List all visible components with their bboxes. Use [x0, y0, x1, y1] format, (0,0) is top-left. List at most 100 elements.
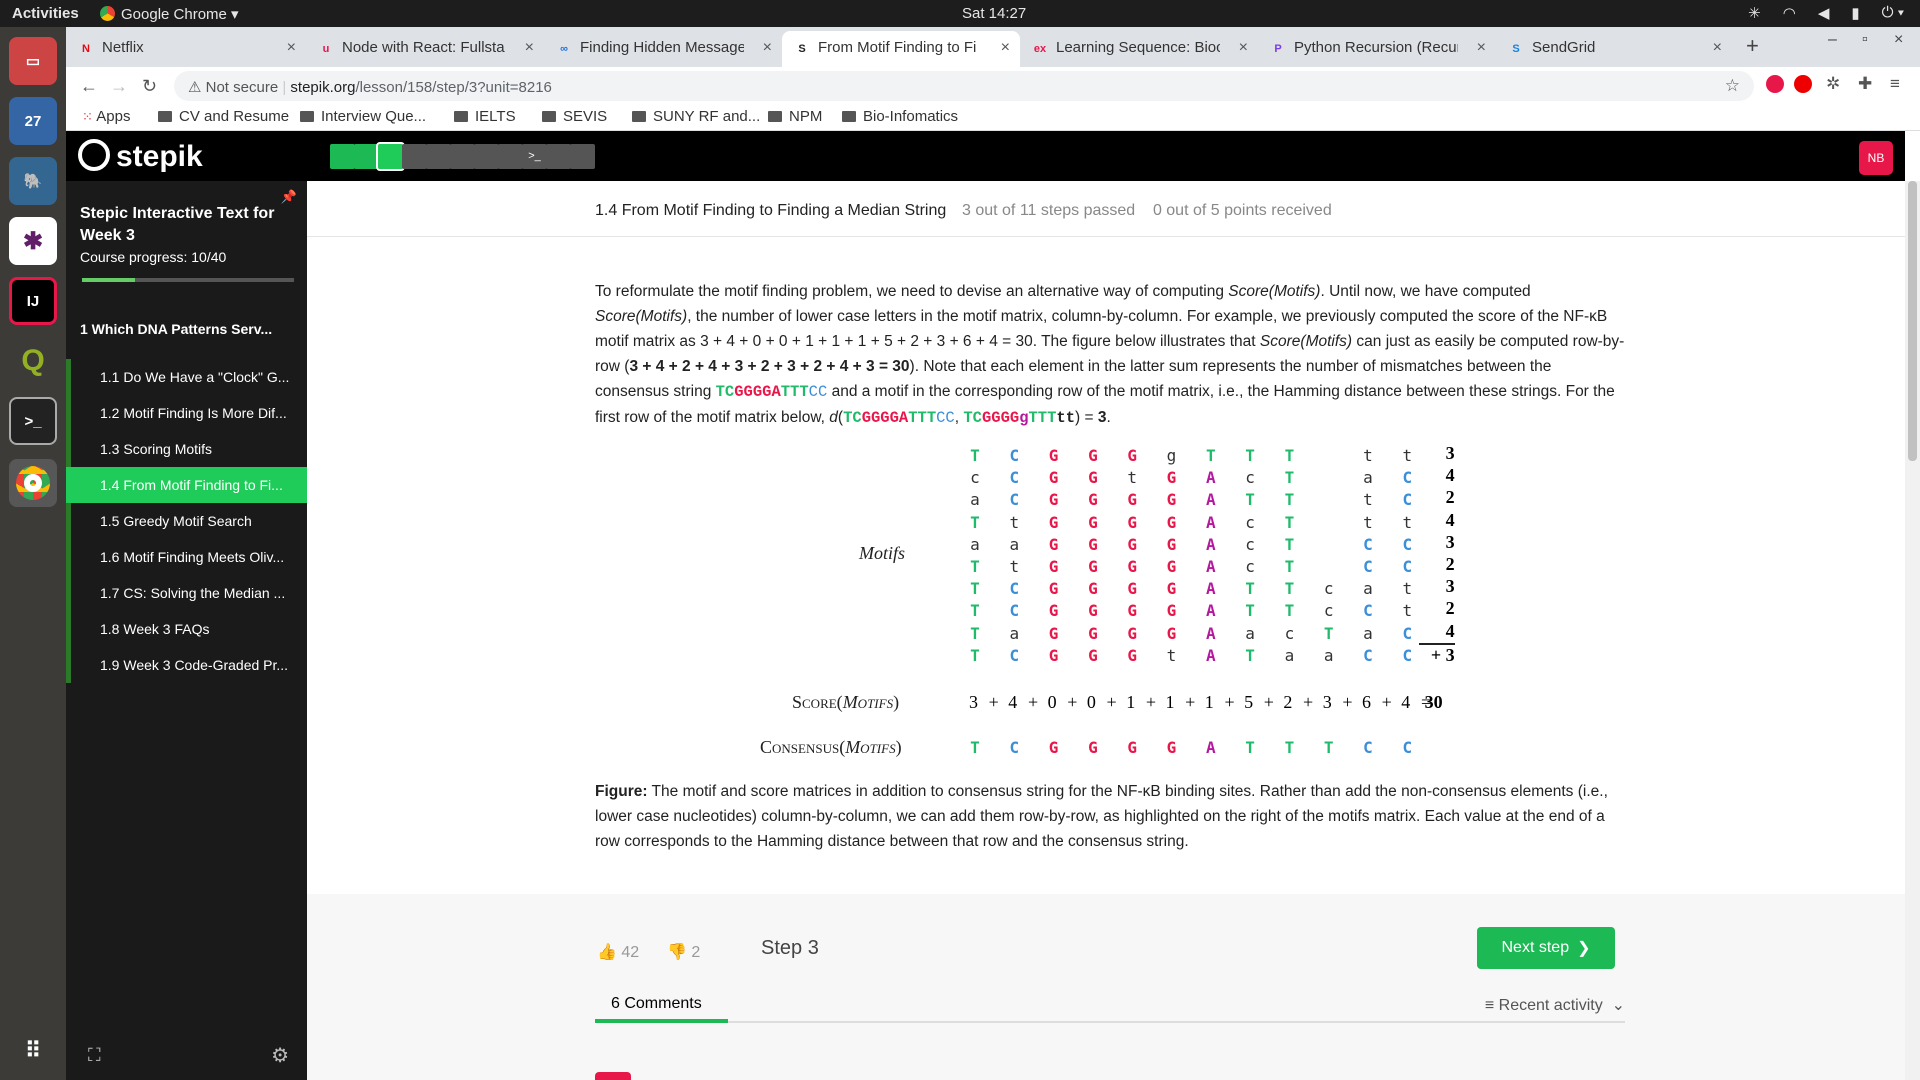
thumbs-down-icon: 👎 — [667, 944, 687, 961]
sidebar-item-lesson[interactable]: 1.3 Scoring Motifs — [66, 431, 307, 467]
tab-netflix[interactable]: N Netflix × — [66, 31, 306, 67]
step-square[interactable]: >_ — [522, 144, 547, 169]
tab-python-recursion[interactable]: P Python Recursion (Recur × — [1258, 31, 1496, 67]
address-bar[interactable]: ⚠ Not secure | stepik.org/lesson/158/ste… — [174, 71, 1754, 101]
sidebar-item-lesson[interactable]: 1.8 Week 3 FAQs — [66, 611, 307, 647]
sidebar-item-lesson[interactable]: 1.9 Week 3 Code-Graded Pr... — [66, 647, 307, 683]
bookmark-suny[interactable]: SUNY RF and... — [632, 108, 760, 125]
user-avatar[interactable]: NB — [1859, 141, 1893, 175]
nucleotide: G — [1127, 645, 1137, 665]
extension-icon[interactable] — [1794, 75, 1812, 93]
bookmark-star-icon[interactable]: ☆ — [1725, 76, 1740, 96]
close-icon[interactable]: × — [1239, 39, 1248, 57]
bookmark-interview[interactable]: Interview Que... — [300, 108, 426, 125]
close-icon[interactable]: × — [1477, 39, 1486, 57]
step-square[interactable] — [402, 144, 427, 169]
step-square[interactable] — [570, 144, 595, 169]
close-icon[interactable]: × — [525, 39, 534, 57]
step-square[interactable] — [546, 144, 571, 169]
sidebar-item-lesson[interactable]: 1.2 Motif Finding Is More Dif... — [66, 395, 307, 431]
sidebar-item-lesson[interactable]: 1.7 CS: Solving the Median ... — [66, 575, 307, 611]
section-title[interactable]: 1 Which DNA Patterns Serv... — [80, 321, 295, 337]
clock[interactable]: Sat 14:27 — [962, 5, 1026, 22]
step-square[interactable] — [354, 144, 379, 169]
adblock-icon[interactable] — [1766, 75, 1784, 93]
sidebar-item-lesson[interactable]: 1.4 From Motif Finding to Fi... — [66, 467, 307, 503]
column-score: + — [1303, 692, 1314, 712]
nucleotide: G — [1127, 623, 1137, 643]
bookmark-ielts[interactable]: IELTS — [454, 108, 516, 125]
bookmark-cv[interactable]: CV and Resume — [158, 108, 289, 125]
tab-node-react[interactable]: u Node with React: Fullsta × — [306, 31, 544, 67]
media-icon[interactable]: ≡ — [1890, 74, 1900, 94]
fullscreen-icon[interactable]: ⛶ — [88, 1045, 101, 1066]
maximize-button[interactable]: ▫ — [1862, 31, 1868, 49]
sidebar-item-lesson[interactable]: 1.6 Motif Finding Meets Oliv... — [66, 539, 307, 575]
close-icon[interactable]: × — [763, 39, 772, 57]
bookmark-sevis[interactable]: SEVIS — [542, 108, 607, 125]
page-scrollbar[interactable] — [1905, 181, 1920, 1080]
nucleotide: C — [1363, 645, 1373, 665]
sort-dropdown[interactable]: ≡ Recent activity ⌄ — [1485, 995, 1625, 1015]
stepik-icon: S — [798, 43, 806, 55]
files-icon[interactable]: ▭ — [9, 37, 57, 85]
column-score: + — [1145, 692, 1156, 712]
sidebar-item-lesson[interactable]: 1.5 Greedy Motif Search — [66, 503, 307, 539]
warning-icon: ⚠ — [188, 79, 202, 96]
course-title[interactable]: Stepic Interactive Text for Week 3 — [80, 203, 290, 247]
step-square[interactable] — [450, 144, 475, 169]
postgres-icon[interactable]: 🐘 — [9, 157, 57, 205]
close-icon[interactable]: × — [287, 39, 296, 57]
bookmark-apps[interactable]: ⁙ Apps — [82, 108, 130, 125]
course-progress-bar — [82, 278, 294, 282]
step-square[interactable] — [498, 144, 523, 169]
nucleotide: a — [1363, 579, 1373, 599]
calendar-icon[interactable]: 27 — [9, 97, 57, 145]
nucleotide: T — [970, 557, 980, 576]
back-icon[interactable]: ← — [80, 76, 98, 97]
intellij-icon[interactable]: IJ — [9, 277, 57, 325]
nucleotide: G — [1127, 512, 1137, 532]
forward-icon[interactable]: → — [110, 76, 128, 97]
close-window-button[interactable]: × — [1894, 31, 1903, 49]
chrome-dock-icon[interactable] — [9, 459, 57, 507]
bookmark-label: SEVIS — [563, 108, 608, 125]
show-apps-icon[interactable]: ⠿ — [9, 1027, 57, 1075]
nucleotide: G — [1127, 557, 1137, 576]
reload-icon[interactable]: ↻ — [142, 76, 157, 97]
nucleotide: G — [1166, 579, 1177, 599]
bookmark-npm[interactable]: NPM — [768, 108, 822, 125]
next-step-button[interactable]: Next step ❯ — [1477, 927, 1615, 969]
step-square[interactable] — [426, 144, 451, 169]
close-icon[interactable]: × — [1713, 39, 1722, 57]
step-square[interactable] — [376, 142, 405, 171]
tab-comments[interactable]: 6 Comments — [595, 987, 728, 1023]
step-square[interactable] — [330, 144, 355, 169]
system-tray[interactable]: ✳ ◠ ◀ ▮ ⏻ ▾ — [1748, 4, 1904, 22]
tab-hidden-message[interactable]: ∞ Finding Hidden Message × — [544, 31, 782, 67]
qgis-icon[interactable]: Q — [9, 337, 57, 385]
sidebar-item-lesson[interactable]: 1.1 Do We Have a "Clock" G... — [66, 359, 307, 395]
minimize-button[interactable]: – — [1828, 31, 1837, 49]
close-icon[interactable]: × — [1001, 39, 1010, 57]
gear-icon[interactable]: ⚙ — [271, 1043, 289, 1068]
tab-motif-finding[interactable]: S From Motif Finding to Fi × — [782, 31, 1020, 67]
slack-icon[interactable]: ✱ — [9, 217, 57, 265]
activities-button[interactable]: Activities — [12, 5, 79, 22]
step-square[interactable] — [474, 144, 499, 169]
like-button[interactable]: 👍 42 — [597, 942, 639, 962]
nucleotide: A — [1205, 468, 1216, 488]
consensus-nucleotide: C — [1009, 738, 1020, 757]
terminal-icon[interactable]: >_ — [9, 397, 57, 445]
tab-sendgrid[interactable]: S SendGrid × — [1496, 31, 1732, 67]
dislike-button[interactable]: 👎 2 — [667, 942, 700, 962]
nucleotide: G — [1048, 623, 1059, 643]
scroll-thumb[interactable] — [1908, 181, 1917, 461]
bookmark-bioinfo[interactable]: Bio-Infomatics — [842, 108, 958, 125]
app-menu[interactable]: Google Chrome ▾ — [100, 5, 239, 23]
puzzle-icon[interactable]: ✚ — [1858, 74, 1872, 94]
stepik-logo[interactable]: stepik — [78, 139, 203, 174]
bug-icon[interactable]: ✲ — [1826, 74, 1840, 94]
new-tab-button[interactable]: + — [1746, 33, 1759, 59]
tab-learning-sequence[interactable]: ex Learning Sequence: Bioc × — [1020, 31, 1258, 67]
